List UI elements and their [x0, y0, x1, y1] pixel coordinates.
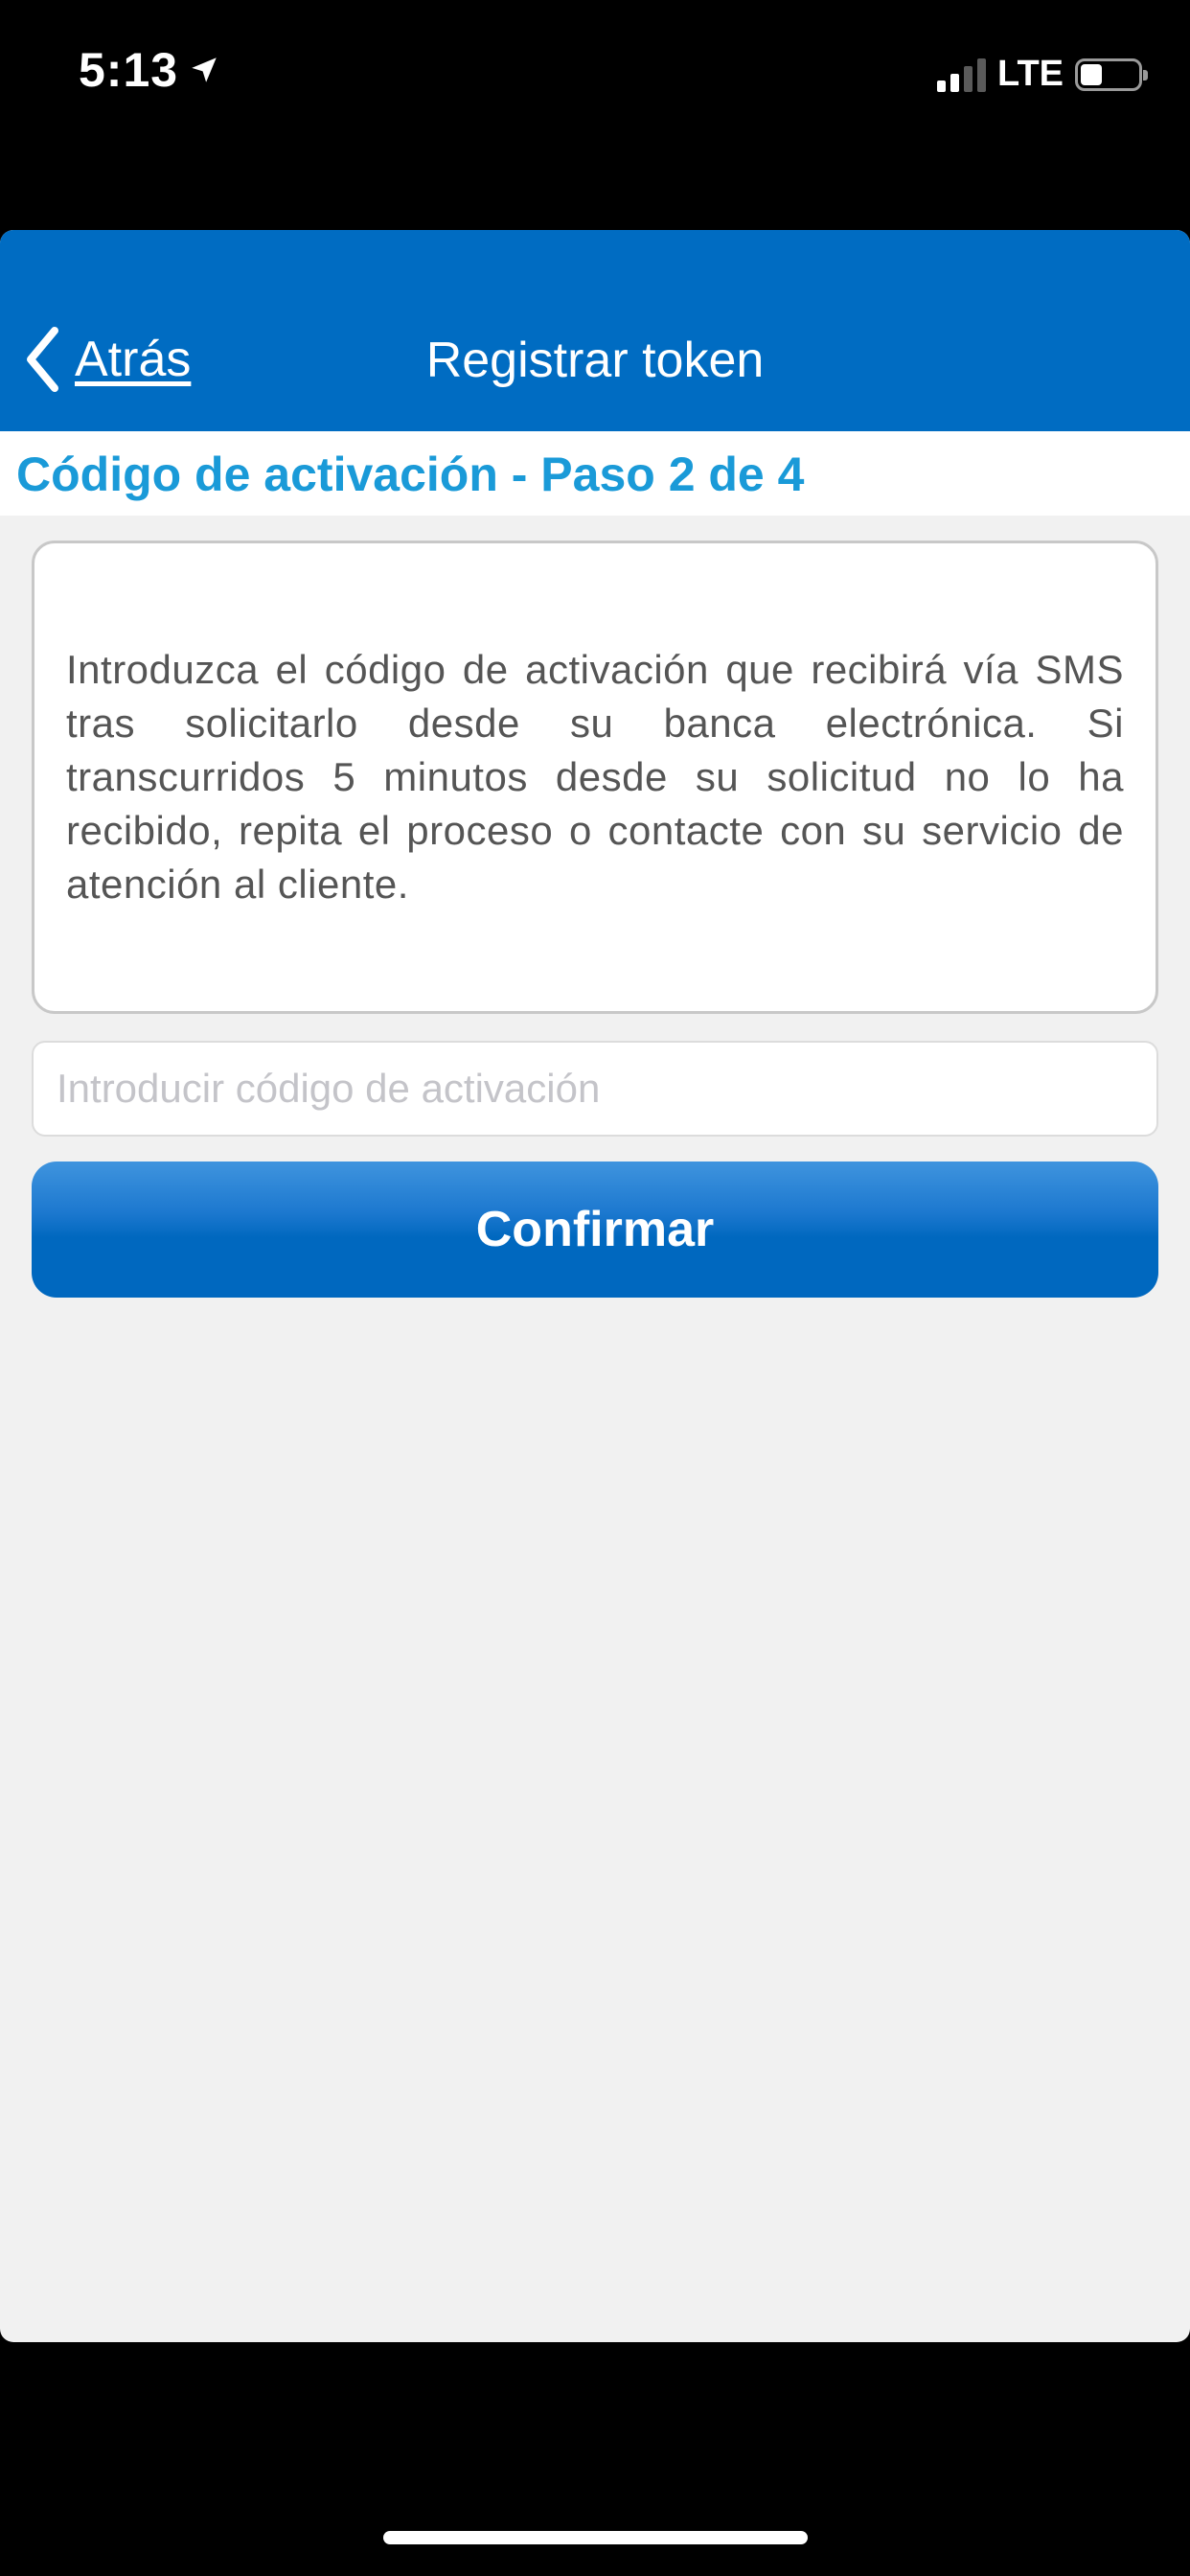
location-arrow-icon [192, 58, 217, 82]
status-bar: 5:13 LTE [0, 0, 1190, 144]
signal-icon [937, 58, 987, 92]
navigation-bar: Atrás Registrar token [0, 230, 1190, 431]
activation-code-input[interactable] [32, 1041, 1158, 1137]
confirm-button-label: Confirmar [475, 1202, 715, 1257]
status-time-group: 5:13 [79, 42, 220, 98]
phone-screen: 5:13 LTE Atrás Registrar token Código de… [0, 0, 1190, 2576]
page-title: Registrar token [425, 333, 765, 388]
instructions-box: Introduzca el código de activación que r… [32, 540, 1158, 1014]
step-header: Código de activación - Paso 2 de 4 [0, 431, 1190, 516]
app-window: Atrás Registrar token Código de activaci… [0, 230, 1190, 2342]
status-time: 5:13 [79, 43, 179, 97]
status-indicators: LTE [937, 54, 1148, 95]
network-type: LTE [997, 54, 1064, 94]
battery-icon [1075, 58, 1148, 91]
home-indicator[interactable] [383, 2531, 808, 2544]
instructions-text: Introduzca el código de activación que r… [66, 647, 1124, 907]
confirm-button[interactable]: Confirmar [32, 1162, 1158, 1298]
step-title: Código de activación - Paso 2 de 4 [16, 448, 805, 501]
